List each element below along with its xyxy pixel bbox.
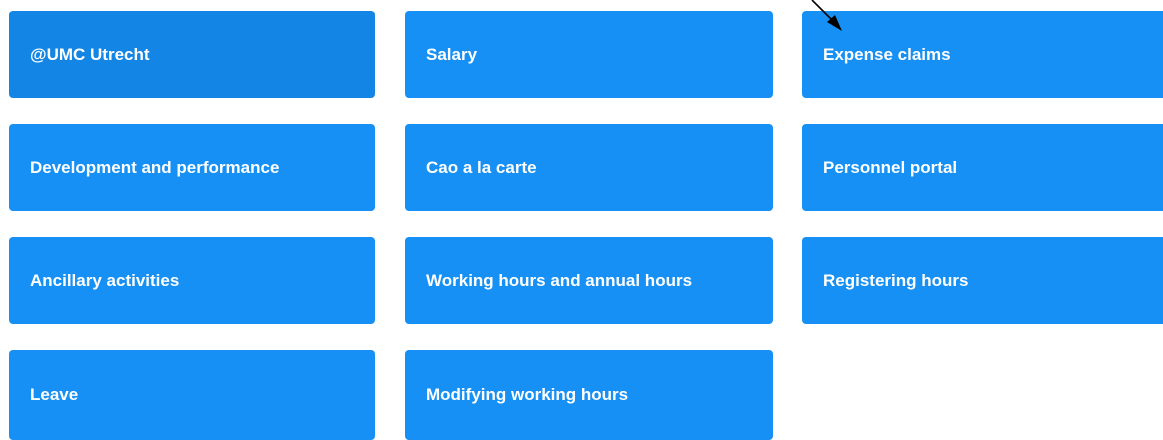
tile-label: Personnel portal — [823, 157, 958, 177]
tile-label: Modifying working hours — [426, 385, 629, 404]
tile-label: Leave — [30, 385, 79, 404]
tile-ancillary-activities[interactable]: Ancillary activities — [9, 237, 375, 324]
tile-label: Cao a la carte — [426, 157, 537, 177]
tile-expense-claims[interactable]: Expense claims — [802, 11, 1163, 98]
tile-label: Ancillary activities — [30, 270, 180, 290]
tile-label: Development and performance — [30, 157, 280, 177]
tile-label: Expense claims — [823, 44, 951, 64]
tile-label: @UMC Utrecht — [30, 44, 150, 64]
tile-leave[interactable]: Leave — [9, 350, 375, 440]
tile-label: Working hours and annual hours — [426, 270, 693, 290]
tile-development-and-performance[interactable]: Development and performance — [9, 124, 375, 211]
tile-modifying-working-hours[interactable]: Modifying working hours — [405, 350, 773, 440]
mouse-pointer-arrow-icon — [811, 0, 842, 31]
tile-working-hours-and-annual-hours[interactable]: Working hours and annual hours — [405, 237, 773, 324]
tile-umc-utrecht[interactable]: @UMC Utrecht — [9, 11, 375, 98]
tile-personnel-portal[interactable]: Personnel portal — [802, 124, 1163, 211]
tile-salary[interactable]: Salary — [405, 11, 773, 98]
tile-label: Salary — [426, 44, 478, 64]
tile-label: Registering hours — [823, 270, 969, 290]
tile-cao-a-la-carte[interactable]: Cao a la carte — [405, 124, 773, 211]
tile-registering-hours[interactable]: Registering hours — [802, 237, 1163, 324]
